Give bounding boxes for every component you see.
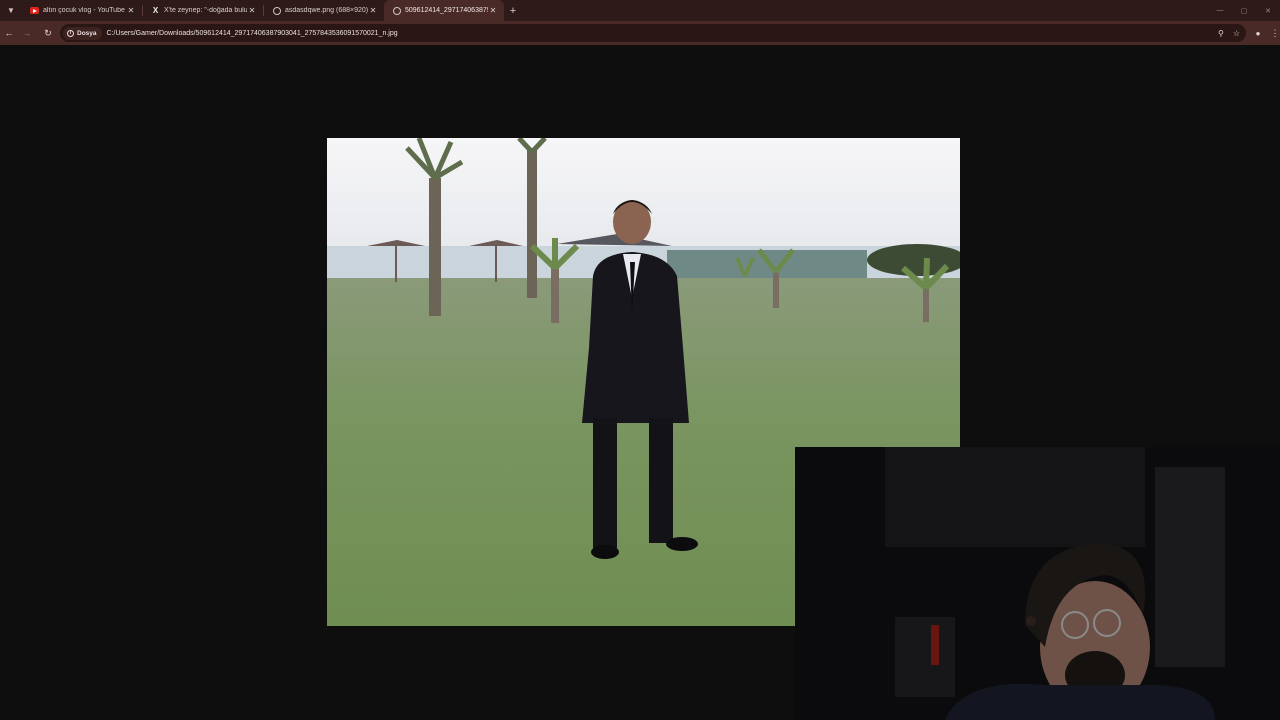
webcam-overlay bbox=[795, 447, 1280, 720]
address-bar-actions: ⚲ ☆ bbox=[1218, 24, 1240, 42]
tab-title: asdasdqwe.png (688×920) bbox=[285, 7, 368, 14]
close-icon[interactable]: ✕ bbox=[247, 6, 257, 15]
info-icon: i bbox=[67, 29, 74, 37]
maximize-icon[interactable]: ▢ bbox=[1232, 7, 1256, 15]
security-chip-label: Dosya bbox=[77, 29, 97, 37]
forward-arrow-icon[interactable]: → bbox=[18, 21, 36, 45]
tab-youtube[interactable]: altın çocuk vlog - YouTube ✕ bbox=[22, 0, 142, 21]
security-chip[interactable]: i Dosya bbox=[63, 26, 102, 40]
address-bar[interactable]: i Dosya C:/Users/Gamer/Downloads/5096124… bbox=[60, 24, 1246, 42]
window-close-icon[interactable]: ✕ bbox=[1256, 7, 1280, 15]
browser-window: ▼ altın çocuk vlog - YouTube ✕ X X'te ze… bbox=[0, 0, 1280, 720]
tab-title: altın çocuk vlog - YouTube bbox=[43, 7, 125, 14]
back-arrow-icon[interactable]: ← bbox=[0, 21, 18, 45]
globe-icon bbox=[392, 6, 401, 15]
minimize-icon[interactable]: — bbox=[1208, 7, 1232, 14]
window-controls: — ▢ ✕ bbox=[1208, 0, 1280, 21]
close-icon[interactable]: ✕ bbox=[126, 6, 136, 15]
globe-icon bbox=[272, 6, 281, 15]
zoom-icon[interactable]: ⚲ bbox=[1218, 29, 1224, 38]
tab-png[interactable]: asdasdqwe.png (688×920) ✕ bbox=[264, 0, 384, 21]
x-icon: X bbox=[152, 6, 159, 15]
chevron-down-icon[interactable]: ▼ bbox=[0, 0, 22, 21]
tab-title: X'te zeynep: "-doğada bulunan bbox=[164, 7, 247, 14]
plus-icon[interactable]: + bbox=[504, 0, 522, 21]
webcam-illustration bbox=[795, 447, 1280, 720]
kebab-menu-icon[interactable]: ⋮ bbox=[1270, 21, 1280, 45]
close-icon[interactable]: ✕ bbox=[368, 6, 378, 15]
tab-title: 509612414_29717406387903041_ bbox=[405, 7, 488, 14]
tab-x[interactable]: X X'te zeynep: "-doğada bulunan ✕ bbox=[143, 0, 263, 21]
close-icon[interactable]: ✕ bbox=[488, 6, 498, 15]
url-text[interactable]: C:/Users/Gamer/Downloads/509612414_29717… bbox=[107, 30, 398, 37]
tab-jpg-active[interactable]: 509612414_29717406387903041_ ✕ bbox=[384, 0, 504, 21]
reload-icon[interactable]: ↻ bbox=[39, 21, 57, 45]
star-icon[interactable]: ☆ bbox=[1233, 29, 1240, 38]
toolbar: ← → ↻ i Dosya C:/Users/Gamer/Downloads/5… bbox=[0, 21, 1280, 45]
extensions-icon[interactable]: ● bbox=[1252, 21, 1264, 45]
youtube-icon bbox=[30, 6, 39, 15]
tab-strip: ▼ altın çocuk vlog - YouTube ✕ X X'te ze… bbox=[0, 0, 1280, 21]
